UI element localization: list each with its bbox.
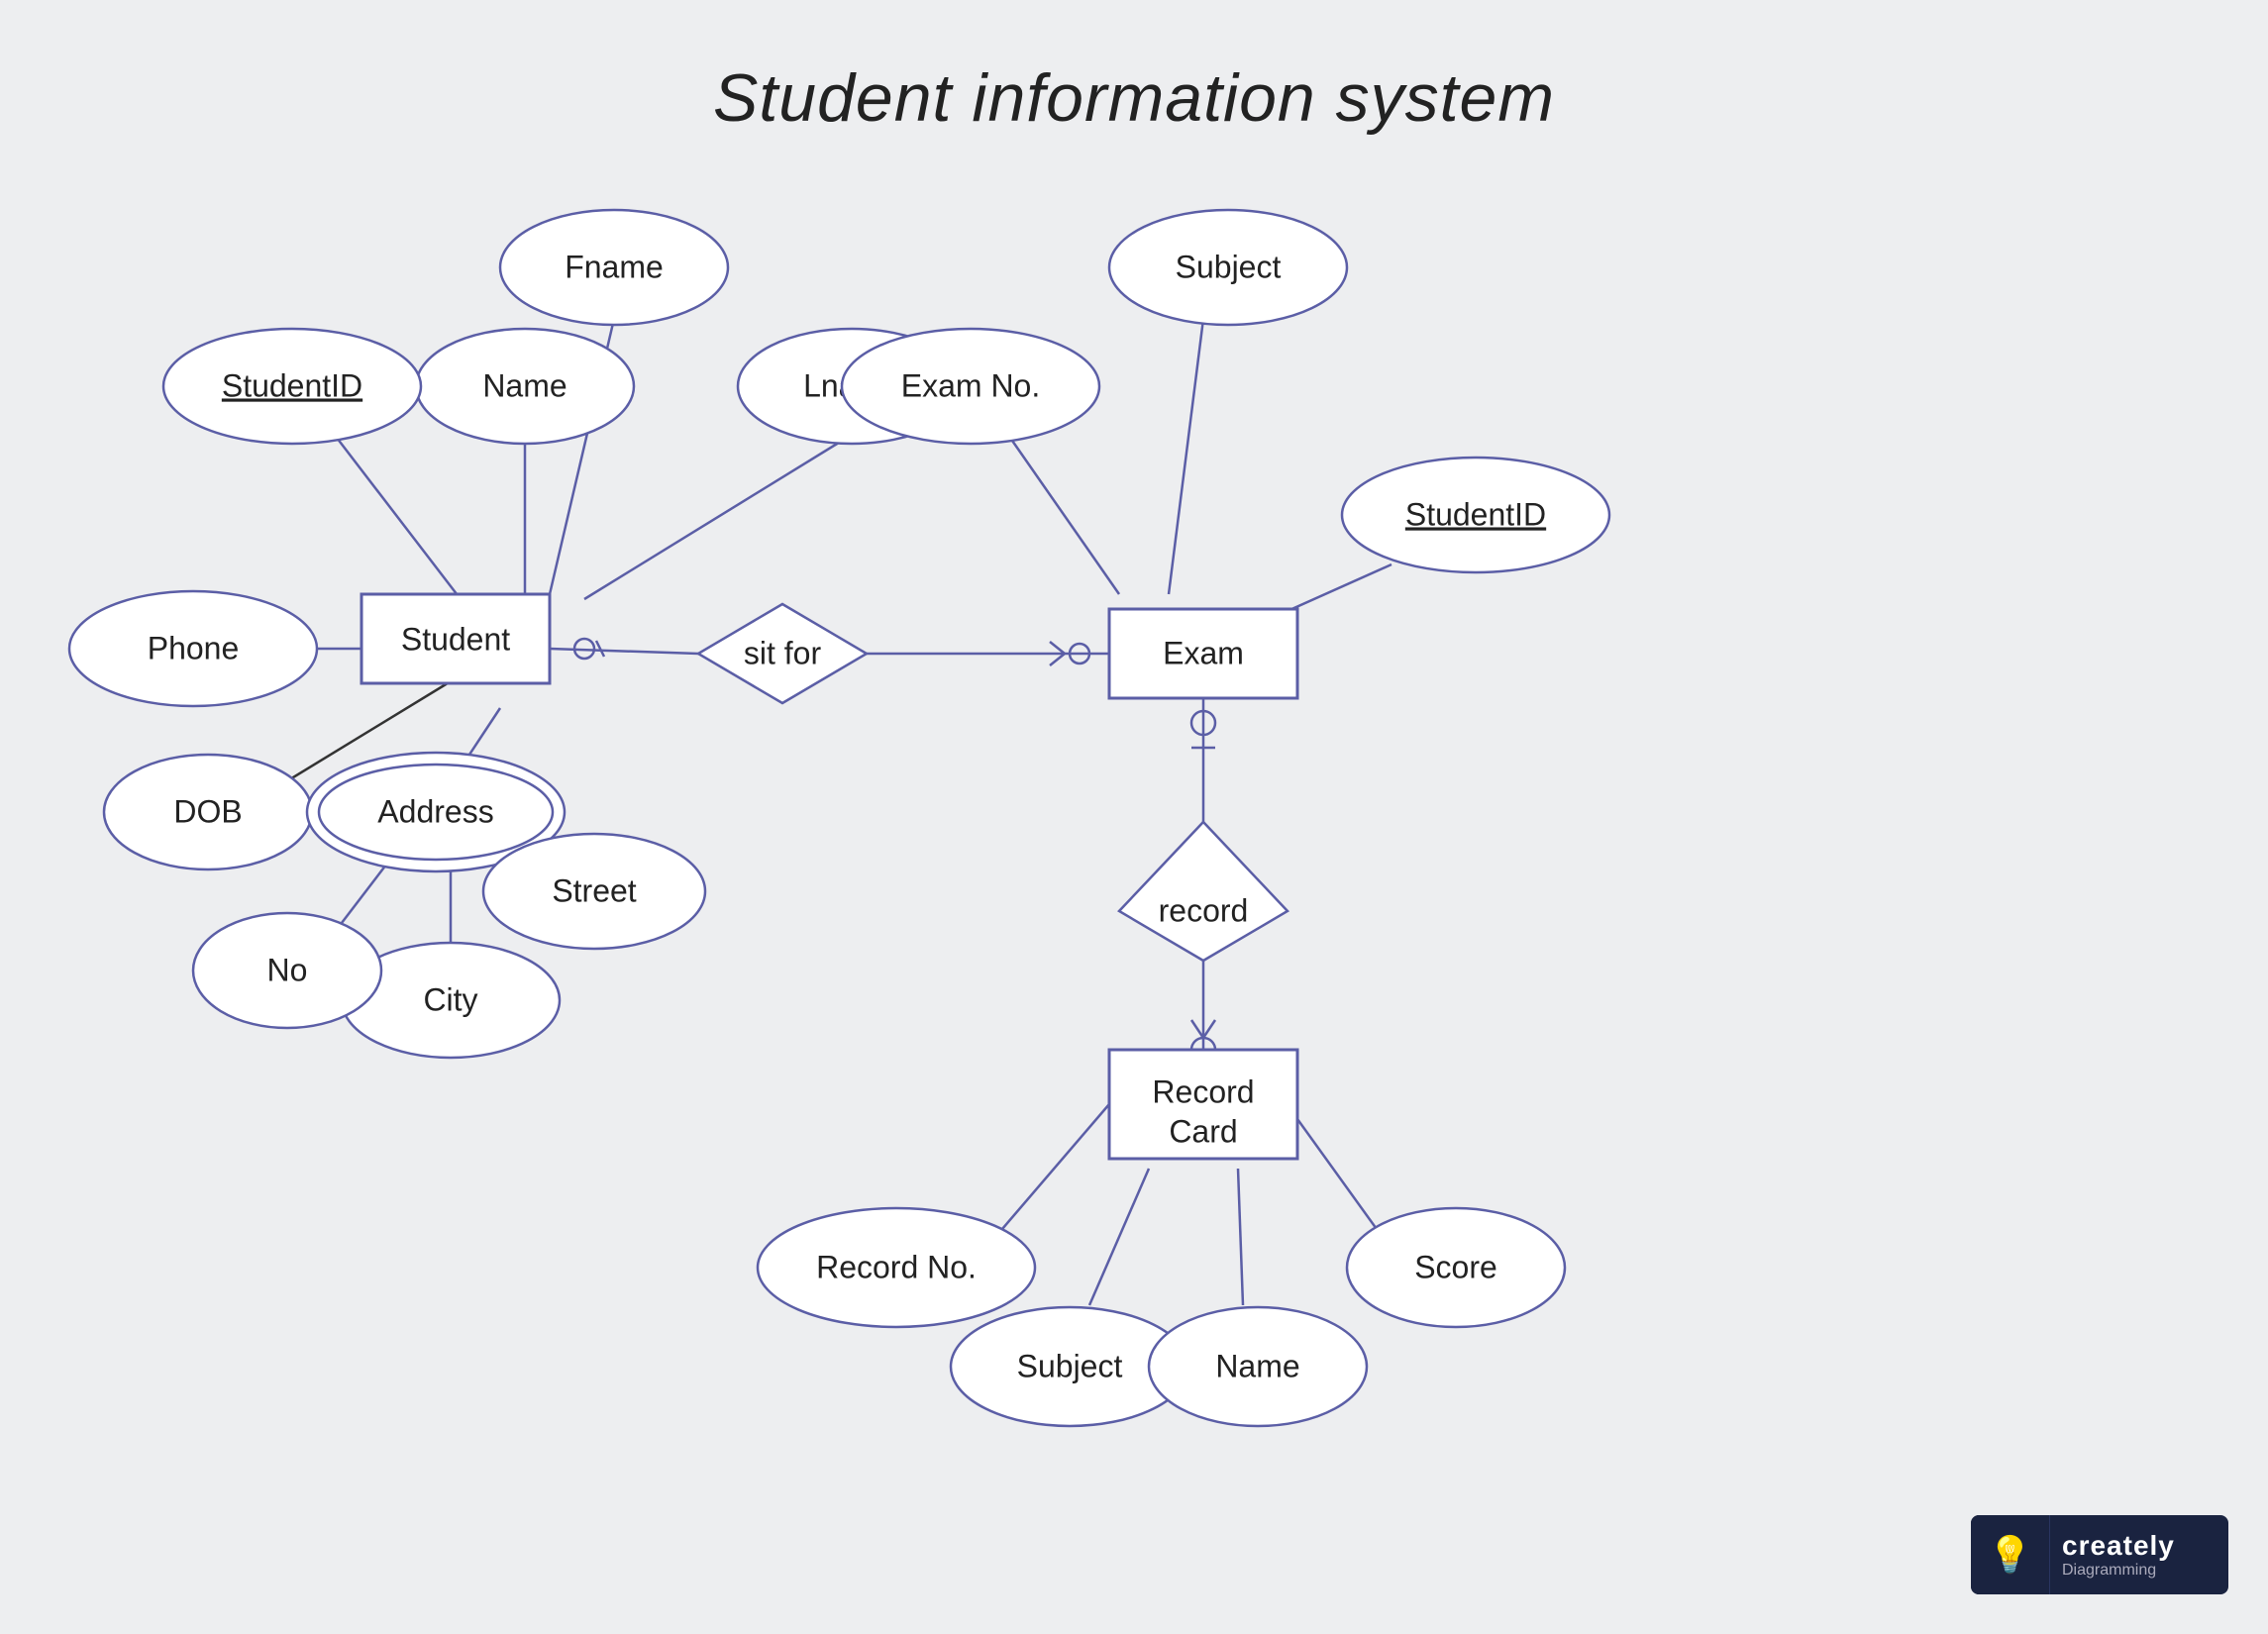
record-card-label2: Card — [1169, 1113, 1237, 1149]
address-label: Address — [377, 793, 493, 829]
logo-tagline: Diagramming — [2062, 1562, 2175, 1580]
street-label: Street — [552, 872, 636, 908]
student-label: Student — [401, 621, 510, 657]
exam-no-label: Exam No. — [901, 367, 1040, 403]
name2-label: Name — [1215, 1348, 1299, 1383]
fname-label: Fname — [565, 249, 664, 284]
logo-brand-name: creately — [2062, 1530, 2175, 1562]
creately-logo: 💡 creately Diagramming — [1971, 1515, 2228, 1594]
score-label: Score — [1414, 1249, 1497, 1284]
no-label: No — [267, 952, 308, 987]
student-id-label: StudentID — [222, 367, 362, 403]
city-label: City — [423, 981, 477, 1017]
name-label: Name — [482, 367, 567, 403]
record-diamond — [1119, 822, 1288, 961]
record-card-label: Record — [1152, 1073, 1254, 1109]
subject2-label: Subject — [1017, 1348, 1123, 1383]
bulb-icon: 💡 — [1988, 1534, 2032, 1576]
dob-label: DOB — [173, 793, 242, 829]
logo-text-area: creately Diagramming — [2050, 1530, 2175, 1580]
sit-for-label: sit for — [744, 635, 822, 670]
exam-label: Exam — [1163, 635, 1244, 670]
record-no-label: Record No. — [816, 1249, 977, 1284]
phone-label: Phone — [148, 630, 240, 665]
logo-icon-area: 💡 — [1971, 1515, 2050, 1594]
student-id2-label: StudentID — [1405, 496, 1546, 532]
subject1-label: Subject — [1176, 249, 1282, 284]
er-diagram: Student Exam Record Card sit for record … — [0, 0, 2268, 1634]
record-label: record — [1159, 892, 1249, 928]
